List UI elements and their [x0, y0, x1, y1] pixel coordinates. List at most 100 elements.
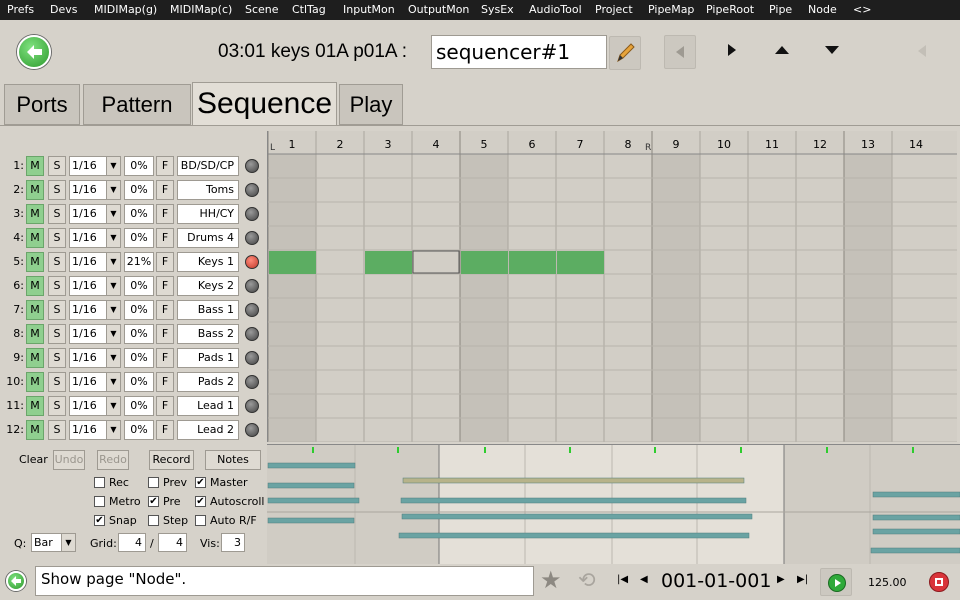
- mute-button[interactable]: M: [26, 324, 44, 344]
- follow-button[interactable]: F: [156, 228, 174, 248]
- prev-node-button[interactable]: [664, 35, 696, 69]
- step-length-select[interactable]: 1/16 ▼: [69, 156, 121, 176]
- notes-button[interactable]: Notes: [205, 450, 261, 470]
- follow-button[interactable]: F: [156, 204, 174, 224]
- loop-start-marker[interactable]: L: [270, 143, 275, 153]
- tab-sequence[interactable]: Sequence: [192, 82, 337, 126]
- play-button[interactable]: [820, 568, 852, 596]
- prev-checkbox[interactable]: [148, 477, 159, 488]
- step-length-select[interactable]: 1/16 ▼: [69, 204, 121, 224]
- track-name-field[interactable]: Lead 1: [177, 396, 239, 416]
- mute-button[interactable]: M: [26, 252, 44, 272]
- step-length-select[interactable]: 1/16 ▼: [69, 372, 121, 392]
- node-name-input[interactable]: [431, 35, 607, 69]
- quantize-select[interactable]: Bar ▼: [31, 533, 76, 552]
- sequence-timeline[interactable]: 1 2 3 4 5 6 7 8 9 10 11 12 13 14 L R: [267, 131, 957, 442]
- home-button[interactable]: [6, 571, 26, 591]
- solo-button[interactable]: S: [48, 372, 66, 392]
- selected-cell[interactable]: [412, 250, 460, 274]
- menu-item[interactable]: PipeMap: [648, 3, 694, 16]
- track-name-field[interactable]: Keys 2: [177, 276, 239, 296]
- sync-icon[interactable]: ⟲: [578, 567, 596, 593]
- menu-item[interactable]: AudioTool: [529, 3, 582, 16]
- track-name-field[interactable]: Bass 1: [177, 300, 239, 320]
- track-status-knob-icon[interactable]: [245, 207, 259, 221]
- menu-item[interactable]: Scene: [245, 3, 279, 16]
- pre-checkbox[interactable]: ✔: [148, 496, 159, 507]
- mute-button[interactable]: M: [26, 228, 44, 248]
- track-name-field[interactable]: Pads 2: [177, 372, 239, 392]
- mute-button[interactable]: M: [26, 276, 44, 296]
- step-length-select[interactable]: 1/16 ▼: [69, 180, 121, 200]
- track-status-knob-icon[interactable]: [245, 303, 259, 317]
- metro-checkbox[interactable]: [94, 496, 105, 507]
- menu-item[interactable]: Project: [595, 3, 633, 16]
- mute-button[interactable]: M: [26, 348, 44, 368]
- grid-numerator-field[interactable]: 4: [118, 533, 146, 552]
- step-length-select[interactable]: 1/16 ▼: [69, 420, 121, 440]
- follow-button[interactable]: F: [156, 180, 174, 200]
- next-node-button[interactable]: [716, 35, 748, 69]
- follow-button[interactable]: F: [156, 252, 174, 272]
- track-name-field[interactable]: HH/CY: [177, 204, 239, 224]
- track-status-knob-icon[interactable]: [245, 279, 259, 293]
- solo-button[interactable]: S: [48, 420, 66, 440]
- sequence-clip[interactable]: [269, 251, 316, 274]
- menu-item[interactable]: Pipe: [769, 3, 792, 16]
- step-length-select[interactable]: 1/16 ▼: [69, 324, 121, 344]
- sequence-clip[interactable]: [557, 251, 604, 274]
- step-checkbox[interactable]: [148, 515, 159, 526]
- solo-button[interactable]: S: [48, 324, 66, 344]
- loop-end-marker[interactable]: R: [645, 143, 651, 153]
- track-status-knob-icon[interactable]: [245, 399, 259, 413]
- track-name-field[interactable]: Lead 2: [177, 420, 239, 440]
- sequence-clip[interactable]: [365, 251, 412, 274]
- track-status-knob-icon[interactable]: [245, 423, 259, 437]
- menu-item[interactable]: <>: [853, 3, 871, 16]
- follow-button[interactable]: F: [156, 372, 174, 392]
- follow-button[interactable]: F: [156, 156, 174, 176]
- record-button[interactable]: Record: [149, 450, 194, 470]
- rewind-to-start-button[interactable]: |◀: [617, 574, 628, 585]
- track-name-field[interactable]: Bass 2: [177, 324, 239, 344]
- solo-button[interactable]: S: [48, 252, 66, 272]
- star-icon[interactable]: ★: [540, 567, 562, 593]
- track-status-knob-icon[interactable]: [245, 159, 259, 173]
- track-status-knob-icon[interactable]: [245, 351, 259, 365]
- grid-denominator-field[interactable]: 4: [158, 533, 187, 552]
- follow-button[interactable]: F: [156, 276, 174, 296]
- menu-item[interactable]: Node: [808, 3, 837, 16]
- clear-button[interactable]: Clear: [19, 453, 48, 466]
- tab-pattern[interactable]: Pattern: [83, 84, 191, 125]
- track-status-knob-icon[interactable]: [245, 375, 259, 389]
- follow-button[interactable]: F: [156, 324, 174, 344]
- solo-button[interactable]: S: [48, 180, 66, 200]
- forward-to-end-button[interactable]: ▶|: [797, 574, 808, 585]
- solo-button[interactable]: S: [48, 228, 66, 248]
- step-length-select[interactable]: 1/16 ▼: [69, 252, 121, 272]
- step-back-button[interactable]: ◀: [640, 574, 648, 585]
- menu-item[interactable]: PipeRoot: [706, 3, 754, 16]
- master-checkbox[interactable]: ✔: [195, 477, 206, 488]
- menu-item[interactable]: Devs: [50, 3, 77, 16]
- mute-button[interactable]: M: [26, 396, 44, 416]
- mute-button[interactable]: M: [26, 300, 44, 320]
- mute-button[interactable]: M: [26, 204, 44, 224]
- track-name-field[interactable]: Drums 4: [177, 228, 239, 248]
- rename-button[interactable]: [609, 36, 641, 70]
- menu-item[interactable]: SysEx: [481, 3, 514, 16]
- track-status-knob-icon[interactable]: [245, 183, 259, 197]
- down-button[interactable]: [817, 35, 849, 69]
- mute-button[interactable]: M: [26, 420, 44, 440]
- stop-button[interactable]: [929, 572, 949, 592]
- tab-ports[interactable]: Ports: [4, 84, 80, 125]
- autoscroll-checkbox[interactable]: ✔: [195, 496, 206, 507]
- track-status-knob-icon[interactable]: [245, 327, 259, 341]
- step-length-select[interactable]: 1/16 ▼: [69, 300, 121, 320]
- sequence-clip[interactable]: [461, 251, 508, 274]
- redo-button[interactable]: Redo: [97, 450, 129, 470]
- tab-play[interactable]: Play: [339, 84, 403, 125]
- snap-checkbox[interactable]: ✔: [94, 515, 105, 526]
- menu-item[interactable]: CtlTag: [292, 3, 326, 16]
- auto-rf-checkbox[interactable]: [195, 515, 206, 526]
